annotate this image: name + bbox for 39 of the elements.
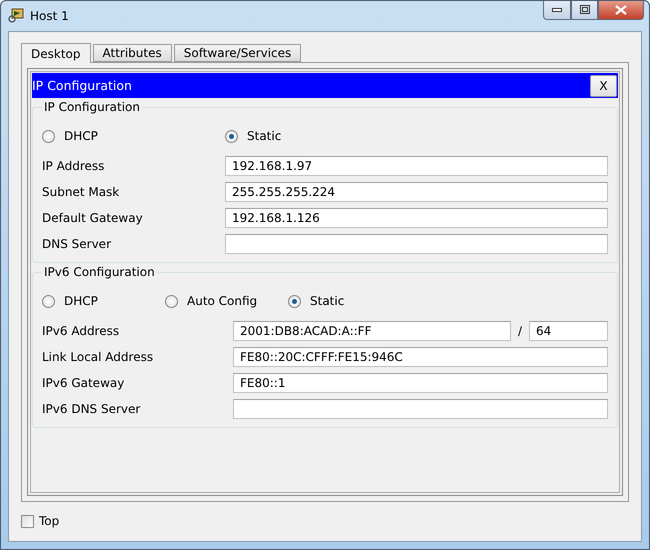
input-field[interactable]: 192.168.1.126 [225, 208, 608, 228]
field-label: IP Address [42, 159, 106, 173]
input-field[interactable]: 255.255.255.224 [225, 182, 608, 202]
group-title: IP Configuration [43, 100, 141, 114]
input-field[interactable]: FE80::1 [233, 373, 608, 393]
field-label: IPv6 Gateway [42, 376, 126, 390]
separator-label: / [516, 324, 524, 338]
field-label: IPv6 DNS Server [42, 402, 142, 416]
tab[interactable]: Attributes [92, 44, 172, 62]
close-button[interactable] [598, 1, 644, 20]
radio-button[interactable]: Static [288, 294, 344, 308]
field-label: Subnet Mask [42, 185, 120, 199]
checkbox[interactable] [21, 514, 34, 528]
input-field[interactable]: 192.168.1.97 [225, 156, 608, 176]
input-field[interactable] [225, 234, 608, 254]
field-label: Link Local Address [42, 350, 154, 364]
field-label: Default Gateway [42, 211, 144, 225]
checkbox-label: Top [39, 514, 60, 528]
maximize-button[interactable] [571, 1, 598, 20]
field-label: IPv6 Address [42, 324, 120, 338]
radio-button[interactable]: Static [225, 129, 282, 143]
minimize-button[interactable] [543, 1, 571, 20]
prefix-field[interactable]: 64 [529, 321, 608, 341]
group-title: IPv6 Configuration [43, 265, 156, 279]
input-field[interactable]: FE80::20C:CFFF:FE15:946C [233, 347, 608, 367]
radio-button[interactable]: Auto Config [165, 294, 258, 308]
tab[interactable]: Software/Services [174, 44, 302, 62]
tab[interactable]: Desktop [21, 43, 90, 63]
radio-button[interactable]: DHCP [42, 129, 98, 143]
input-field[interactable]: 2001:DB8:ACAD:A::FF [233, 321, 511, 341]
panel-title: IP Configuration [32, 78, 132, 93]
maximize-icon [580, 5, 590, 14]
minimize-icon [552, 8, 562, 12]
window-title: Host 1 [30, 9, 69, 23]
close-button[interactable]: X [590, 74, 617, 96]
close-icon [615, 4, 627, 14]
field-label: DNS Server [42, 237, 112, 251]
input-field[interactable] [233, 399, 608, 419]
radio-button[interactable]: DHCP [42, 294, 98, 308]
